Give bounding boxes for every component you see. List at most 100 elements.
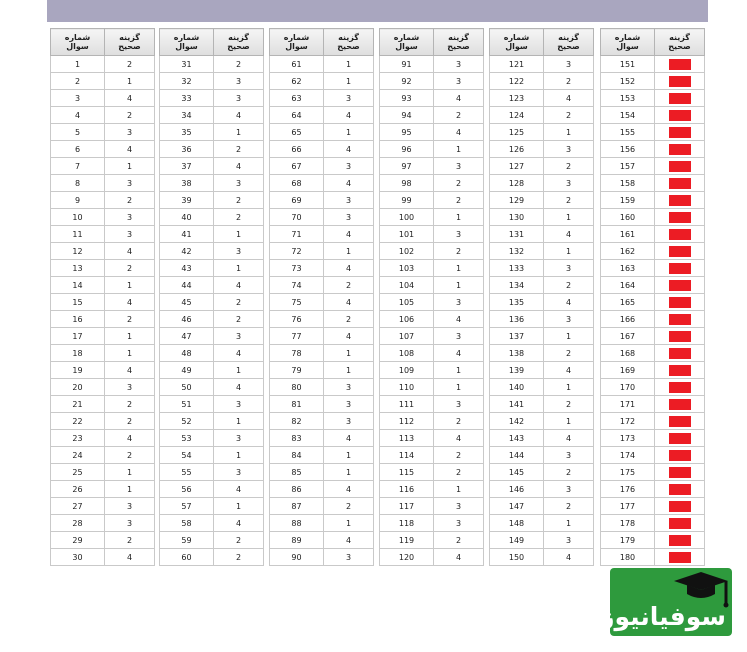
correct-answer: 2	[433, 463, 484, 481]
question-number: 51	[159, 395, 214, 413]
question-number: 71	[269, 225, 324, 243]
table-row: 175	[600, 463, 705, 481]
redacted-answer	[654, 157, 705, 175]
redacted-answer	[654, 89, 705, 107]
redacted-answer-block	[668, 500, 691, 512]
question-number: 1	[50, 55, 105, 73]
question-number: 104	[379, 276, 434, 294]
table-row: 117 3	[379, 497, 484, 515]
correct-answer: 2	[543, 157, 594, 175]
answer-table-2: شماره سوال گزینه صحیح 31 2 32 3 33 3 34 4 35 1 36 2 37…	[159, 28, 264, 566]
question-number: 56	[159, 480, 214, 498]
table-row: 106 4	[379, 310, 484, 328]
question-number: 60	[159, 548, 214, 566]
table-row: 47 3	[159, 327, 264, 345]
table-row: 129 2	[489, 191, 594, 209]
table-row: 62 1	[269, 72, 374, 90]
question-number: 99	[379, 191, 434, 209]
correct-answer: 3	[104, 225, 155, 243]
correct-answer: 4	[213, 106, 264, 124]
correct-answer: 4	[543, 89, 594, 107]
table-row: 166	[600, 310, 705, 328]
table-row: 131 4	[489, 225, 594, 243]
redacted-answer	[654, 174, 705, 192]
question-number: 39	[159, 191, 214, 209]
correct-answer: 3	[213, 174, 264, 192]
question-number: 67	[269, 157, 324, 175]
table-row: 179	[600, 531, 705, 549]
question-number: 88	[269, 514, 324, 532]
correct-answer: 2	[213, 140, 264, 158]
table-row: 154	[50, 293, 155, 311]
table-row: 53	[50, 123, 155, 141]
question-number: 53	[159, 429, 214, 447]
table-row: 112 2	[379, 412, 484, 430]
table-row: 161	[600, 225, 705, 243]
table-row: 119 2	[379, 531, 484, 549]
table-row: 99 2	[379, 191, 484, 209]
question-number: 23	[50, 429, 105, 447]
correct-answer: 4	[213, 157, 264, 175]
question-number: 117	[379, 497, 434, 515]
correct-answer: 3	[104, 497, 155, 515]
correct-answer: 2	[104, 395, 155, 413]
question-number: 89	[269, 531, 324, 549]
table-row: 110 1	[379, 378, 484, 396]
correct-answer: 3	[543, 446, 594, 464]
correct-answer: 2	[104, 446, 155, 464]
table-row: 142 1	[489, 412, 594, 430]
correct-answer: 1	[213, 361, 264, 379]
table-row: 89 4	[269, 531, 374, 549]
correct-answer: 3	[213, 463, 264, 481]
question-number: 149	[489, 531, 544, 549]
redacted-answer	[654, 55, 705, 73]
question-number: 42	[159, 242, 214, 260]
question-number: 16	[50, 310, 105, 328]
question-number: 27	[50, 497, 105, 515]
correct-answer: 2	[433, 446, 484, 464]
redacted-answer	[654, 531, 705, 549]
question-number: 150	[489, 548, 544, 566]
table-row: 120 4	[379, 548, 484, 566]
correct-answer: 4	[104, 89, 155, 107]
question-number: 158	[600, 174, 655, 192]
question-number: 19	[50, 361, 105, 379]
correct-answer: 1	[213, 446, 264, 464]
table-row: 34 4	[159, 106, 264, 124]
question-number: 69	[269, 191, 324, 209]
correct-answer: 2	[433, 242, 484, 260]
table-row: 145 2	[489, 463, 594, 481]
table-row: 163	[600, 259, 705, 277]
question-number: 20	[50, 378, 105, 396]
correct-answer: 1	[104, 480, 155, 498]
question-number-header: شماره سوال	[489, 28, 544, 56]
table-row: 81 3	[269, 395, 374, 413]
table-row: 148 1	[489, 514, 594, 532]
answer-key-sheet: شماره سوال گزینه صحیح 1 2 2 1 3 4 4 2 5 3 6 4 7 1 8 3 9 2 10…	[47, 22, 708, 568]
correct-answer: 2	[543, 106, 594, 124]
table-row: 149 3	[489, 531, 594, 549]
table-row: 78 1	[269, 344, 374, 362]
table-row: 125 1	[489, 123, 594, 141]
correct-answer: 1	[213, 259, 264, 277]
correct-answer: 2	[104, 55, 155, 73]
table-row: 102 2	[379, 242, 484, 260]
correct-answer: 1	[213, 412, 264, 430]
table-row: 14 1	[50, 276, 155, 294]
question-number: 109	[379, 361, 434, 379]
correct-answer: 4	[323, 531, 374, 549]
question-number: 25	[50, 463, 105, 481]
redacted-answer	[654, 429, 705, 447]
question-number: 113	[379, 429, 434, 447]
answer-table-4: شماره سوال گزینه صحیح 91 3 92 3 93 4 94 2 95 4 96 1 97…	[379, 28, 484, 566]
correct-answer: 2	[543, 463, 594, 481]
correct-answer: 2	[104, 412, 155, 430]
correct-answer: 1	[323, 463, 374, 481]
table-row: 114 2	[379, 446, 484, 464]
question-number: 129	[489, 191, 544, 209]
question-number: 169	[600, 361, 655, 379]
table-row: 116 1	[379, 480, 484, 498]
correct-answer-header: گزینه صحیح	[543, 28, 594, 56]
table-row: 13 2	[50, 259, 155, 277]
table-row: 21	[50, 72, 155, 90]
